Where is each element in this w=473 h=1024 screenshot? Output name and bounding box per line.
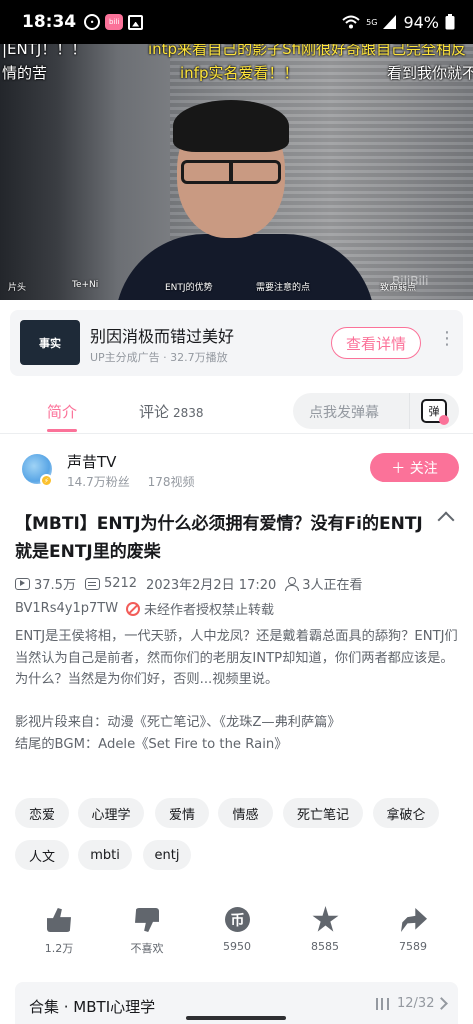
people-icon (285, 577, 300, 591)
bvid[interactable]: BV1Rs4y1p7TW (15, 601, 118, 616)
like-button[interactable]: 1.2万 (24, 906, 94, 956)
action-bar: 1.2万 不喜欢 币 5950 8585 7589 (0, 906, 473, 966)
divider (409, 393, 410, 429)
image-icon (128, 14, 144, 30)
chapter-bar[interactable]: 片头 Te+Ni ENTJ的优势 需要注意的点 致命弱点 (0, 276, 473, 296)
description-line: 结尾的BGM：Adele《Set Fire to the Rain》 (15, 736, 288, 752)
uploader-stats: 14.7万粉丝 178视频 (67, 473, 208, 490)
verified-badge-icon: ⚡ (40, 474, 53, 487)
chapter-label[interactable]: 需要注意的点 (256, 280, 310, 293)
danmaku-text: |ENTJ！！！ (2, 44, 87, 58)
coin-icon: 币 (225, 907, 250, 932)
watching-count: 3人正在看 (302, 578, 363, 593)
danmaku-text: 情的苦 (2, 64, 48, 82)
battery-icon (445, 14, 455, 30)
video-id-row: BV1Rs4y1p7TW 未经作者授权禁止转载 (15, 599, 274, 618)
danmaku-placeholder[interactable]: 点我发弹幕 (309, 402, 379, 422)
play-count-icon (15, 577, 30, 590)
share-count: 7589 (399, 940, 427, 953)
tag-chip[interactable]: 情感 (218, 798, 273, 828)
ad-subtitle: UP主分成广告 · 32.7万播放 (90, 351, 228, 364)
tab-comments[interactable]: 评论 2838 (139, 401, 204, 422)
dislike-label: 不喜欢 (130, 942, 164, 955)
star-icon (312, 906, 339, 932)
favorite-button[interactable]: 8585 (290, 906, 360, 953)
coin-button[interactable]: 币 5950 (202, 906, 272, 953)
dislike-button[interactable]: 不喜欢 (112, 906, 182, 956)
tag-chip[interactable]: 恋爱 (15, 798, 69, 828)
like-count: 1.2万 (44, 942, 74, 955)
chapter-label[interactable]: Te+Ni (72, 280, 98, 290)
tag-chip[interactable]: mbti (78, 840, 132, 870)
chapter-label[interactable]: ENTJ的优势 (165, 280, 213, 293)
tag-chip[interactable]: entj (143, 840, 191, 870)
ad-card[interactable]: 事实 别因消极而错过美好 UP主分成广告 · 32.7万播放 查看详情 ⋮ (10, 310, 463, 376)
chevron-right-icon[interactable] (435, 997, 448, 1010)
collection-title[interactable]: 合集 · MBTI心理学 (29, 996, 155, 1017)
share-button[interactable]: 7589 (378, 906, 448, 953)
tag-chip[interactable]: 爱情 (155, 798, 209, 828)
ad-detail-button[interactable]: 查看详情 (331, 327, 421, 359)
danmaku-toggle-icon[interactable]: 弹 (421, 399, 449, 425)
danmaku-count-icon (84, 577, 100, 590)
danmaku-input[interactable]: 点我发弹幕 弹 (293, 393, 459, 429)
chevron-up-icon[interactable] (437, 511, 455, 529)
signal-icon (383, 15, 397, 29)
favorite-count: 8585 (311, 940, 339, 953)
follow-button[interactable]: ＋ 关注 (370, 453, 459, 482)
uploader-name[interactable]: 声昔TV (67, 451, 116, 472)
share-icon (401, 908, 427, 932)
wifi-icon (342, 15, 360, 29)
tag-chip[interactable]: 人文 (15, 840, 69, 870)
video-player[interactable]: |ENTJ！！！ intp来看自己的影子Sfi刚很好奇跟自己完全相反 情的苦 i… (0, 44, 473, 300)
collection-progress: 12/32 (397, 996, 435, 1011)
uploader-row: ⚡ 声昔TV 14.7万粉丝 178视频 ＋ 关注 (0, 440, 473, 500)
danmaku-text: intp来看自己的影子Sfi刚很好奇跟自己完全相反 (148, 44, 467, 58)
description-line: ENTJ是王侯将相，一代天骄，人中龙凤？还是戴着霸总面具的舔狗？ENTJ们当然认… (15, 629, 458, 666)
tag-chip[interactable]: 拿破仑 (373, 798, 439, 828)
battery-level: 94% (403, 12, 439, 32)
bili-notification-icon: bili (105, 14, 124, 30)
playlist-icon (376, 998, 389, 1010)
video-description: ENTJ是王侯将相，一代天骄，人中龙凤？还是戴着霸总面具的舔狗？ENTJ们当然认… (15, 626, 460, 755)
video-title: 【MBTI】ENTJ为什么必须拥有爱情？没有Fi的ENTJ就是ENTJ里的废柴 (15, 514, 423, 562)
danmaku-count: 5212 (103, 576, 138, 591)
ad-thumbnail[interactable]: 事实 (20, 320, 80, 365)
description-line: 影视片段来自：动漫《死亡笔记》、《龙珠Z—弗利萨篇》 (15, 715, 341, 730)
uploader-video-count: 178视频 (147, 475, 195, 489)
chapter-label[interactable]: 致命弱点 (380, 280, 416, 293)
chapter-label[interactable]: 片头 (8, 280, 26, 293)
status-bar: 18:34 • bili 5G 94% (0, 0, 473, 44)
active-tab-indicator (47, 429, 77, 432)
danmaku-text: 看到我你就不 (387, 64, 473, 82)
coin-count: 5950 (223, 940, 251, 953)
thumbs-down-icon (135, 908, 159, 932)
tag-chip[interactable]: 心理学 (78, 798, 144, 828)
no-repost-icon (126, 601, 141, 616)
thumbs-up-icon (47, 908, 71, 932)
network-type: 5G (366, 17, 378, 27)
tab-intro[interactable]: 简介 (47, 401, 77, 422)
danmaku-text: infp实名爱看！！ (180, 64, 299, 82)
more-vertical-icon[interactable]: ⋮ (438, 330, 456, 348)
publish-date: 2023年2月2日 17:20 (146, 578, 277, 593)
video-frame-person (115, 100, 375, 300)
comment-count: 2838 (173, 406, 204, 420)
alarm-icon: • (84, 14, 101, 30)
ad-title[interactable]: 别因消极而错过美好 (90, 323, 234, 347)
tag-chip[interactable]: 死亡笔记 (283, 798, 363, 828)
status-time: 18:34 (22, 12, 77, 32)
description-line: 为什么？当然是为你们好，否则...视频里说。 (15, 672, 279, 687)
view-count: 37.5万 (34, 578, 76, 593)
copyright-notice: 未经作者授权禁止转载 (144, 603, 275, 618)
home-indicator[interactable] (186, 1016, 286, 1020)
video-meta: 37.5万 5212 2023年2月2日 17:20 3人正在看 (15, 574, 372, 593)
description-line (15, 691, 460, 713)
tab-comments-label: 评论 (139, 403, 170, 421)
uploader-fans: 14.7万粉丝 (67, 475, 130, 489)
